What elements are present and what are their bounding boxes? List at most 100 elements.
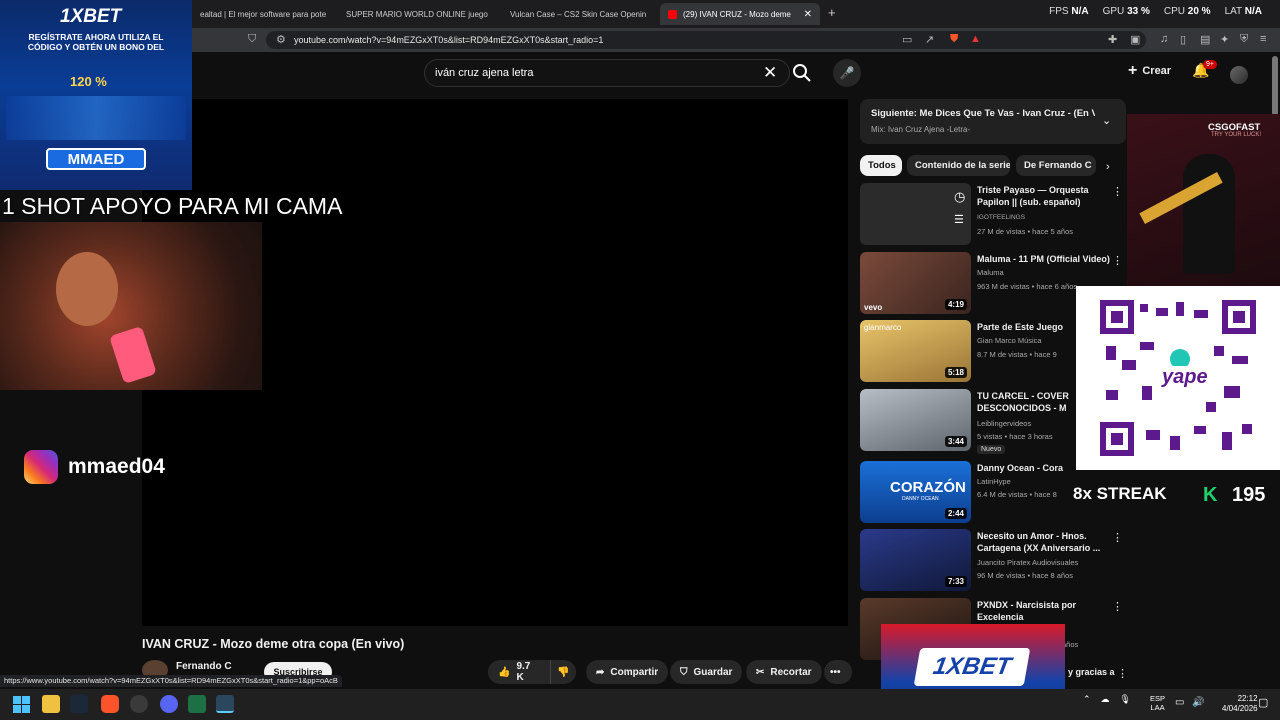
more-vert-icon[interactable]: ⋮ (1117, 667, 1128, 680)
performance-overlay: FPS N/A GPU 33 % CPU 20 % LAT N/A (1049, 6, 1262, 17)
kick-icon: K (1203, 484, 1218, 506)
search-input[interactable]: iván cruz ajena letra (424, 59, 790, 87)
scrollbar[interactable] (1272, 56, 1278, 116)
music-icon[interactable]: ♫ (1160, 33, 1168, 45)
mic-tray-icon[interactable]: 🎙 (1120, 694, 1131, 705)
more-vert-icon[interactable]: ⋮ (1112, 531, 1123, 544)
create-button[interactable]: + Crear (1128, 62, 1171, 80)
autoplay-next-panel[interactable] (860, 99, 1126, 144)
video-thumbnail[interactable]: vevo 4:19 (860, 252, 971, 314)
chevron-down-icon[interactable]: ⌄ (1102, 114, 1111, 127)
excel-icon[interactable] (188, 695, 206, 713)
video-thumbnail[interactable]: 3:44 (860, 389, 971, 451)
brave-browser-icon[interactable] (101, 695, 119, 713)
bookmark-icon[interactable]: ⛉ (248, 33, 256, 46)
file-explorer-icon[interactable] (42, 695, 60, 713)
sponsor-logo: 1XBET (913, 648, 1031, 686)
volume-icon[interactable]: 🔊 (1192, 697, 1204, 708)
video-thumbnail[interactable]: gianmarco 5:18 (860, 320, 971, 382)
dislike-button[interactable]: 👎 (550, 660, 576, 684)
recommendation-title: Necesito un Amor - Hnos. Cartagena (XX A… (977, 531, 1101, 553)
channel-name[interactable]: Fernando C (176, 661, 232, 672)
chevron-right-icon[interactable]: › (1106, 161, 1110, 173)
network-icon[interactable]: ▭ (1175, 697, 1184, 708)
duration-badge: 4:19 (944, 299, 967, 310)
more-vert-icon[interactable]: ⋮ (1112, 600, 1123, 613)
browser-tab-2[interactable]: SUPER MARIO WORLD ONLINE juego (332, 3, 490, 25)
duration-badge: 2:44 (944, 508, 967, 519)
chip-series[interactable]: Contenido de la serie (907, 155, 1010, 176)
notification-center-icon[interactable]: ▢ (1258, 696, 1268, 709)
close-tab-icon[interactable]: ✕ (804, 9, 812, 20)
site-info-icon[interactable]: ⚙ (276, 33, 286, 46)
thumbnail-subtext: DANNY OCEAN (902, 496, 939, 502)
obs-icon[interactable] (130, 695, 148, 713)
new-tab-button[interactable]: + (828, 5, 836, 20)
streak-label: 8x STREAK (1073, 484, 1167, 503)
sponsor-bonus: 120 % (70, 74, 107, 89)
youtube-icon (668, 9, 677, 19)
save-button[interactable]: ⛉ Guardar (670, 660, 743, 684)
watch-later-icon[interactable]: ◷ (954, 189, 965, 205)
address-bar[interactable]: youtube.com/watch?v=94mEZGxXT0s&list=RD9… (266, 31, 1146, 49)
notification-badge: 9+ (1203, 60, 1217, 69)
share-icon[interactable]: ↗ (925, 33, 934, 46)
more-actions-button[interactable]: ••• (824, 660, 852, 684)
video-thumbnail[interactable]: 7:33 (860, 529, 971, 591)
windows-start-icon[interactable] (13, 696, 30, 713)
video-title: IVAN CRUZ - Mozo deme otra copa (En vivo… (142, 637, 405, 651)
sidebar-icon[interactable]: ▯ (1180, 33, 1186, 46)
browser-tab-1[interactable]: ealtad | El mejor software para pote (192, 3, 328, 25)
ai-icon[interactable]: ✦ (1220, 33, 1229, 46)
tab-title: Vulcan Case – CS2 Skin Case Openin (510, 9, 647, 19)
screenshot-icon[interactable]: ▣ (1130, 33, 1140, 46)
share-button[interactable]: ➦ Compartir (586, 660, 669, 684)
voice-search-button[interactable]: 🎤 (833, 59, 861, 87)
brave-rewards-icon[interactable]: ▲ (970, 33, 981, 45)
cast-icon[interactable]: ▭ (902, 33, 912, 46)
next-video-subtitle: Mix: Ivan Cruz Ajena -Letra- (871, 125, 971, 134)
recommendation-channel: Gian Marco Música (977, 336, 1042, 345)
discord-icon[interactable] (160, 695, 178, 713)
tray-overflow-icon[interactable]: ⌃ (1083, 694, 1091, 705)
recommendation-channel: Leiblingervideos (977, 419, 1032, 428)
language-indicator[interactable]: ESP LAA (1150, 694, 1165, 712)
recommendation-channel: Juancito Piratex Audiovisuales (977, 558, 1079, 567)
share-arrow-icon: ➦ (596, 666, 605, 678)
browser-tab-3[interactable]: Vulcan Case – CS2 Skin Case Openin (496, 3, 654, 25)
system-clock[interactable]: 22:12 4/04/2026 (1222, 694, 1258, 714)
add-to-queue-icon[interactable]: ☰ (954, 213, 964, 226)
recommendation-channel: Maluma (977, 268, 1004, 277)
recommendation-title: Maluma - 11 PM (Official Video) (977, 254, 1110, 264)
browser-tab-active[interactable]: (29) IVAN CRUZ - Mozo deme ✕ (660, 3, 820, 25)
menu-icon[interactable]: ≡ (1260, 33, 1266, 45)
account-avatar[interactable] (1230, 66, 1248, 84)
streamer-face (56, 252, 118, 326)
steam-running-icon[interactable] (216, 695, 234, 713)
instagram-handle: mmaed04 (68, 455, 165, 478)
stream-caption: 1 SHOT APOYO PARA MI CAMA (2, 193, 343, 219)
video-thumbnail[interactable]: CORAZÓN DANNY OCEAN 2:44 (860, 461, 971, 523)
search-icon[interactable] (792, 63, 812, 83)
recommendation-item[interactable]: 7:33 Necesito un Amor - Hnos. Cartagena … (860, 529, 1125, 593)
instagram-icon (24, 450, 58, 484)
onedrive-icon[interactable]: ☁ (1101, 694, 1110, 705)
recommendation-item[interactable]: ◷ ☰ Triste Payaso — Orquesta Papilon || … (860, 183, 1125, 247)
chip-channel[interactable]: De Fernando C (1016, 155, 1096, 176)
character-figure (1183, 154, 1235, 274)
extensions-icon[interactable]: ✚ (1108, 33, 1117, 46)
more-vert-icon[interactable]: ⋮ (1112, 254, 1123, 267)
more-vert-icon[interactable]: ⋮ (1112, 185, 1123, 198)
pink-light (109, 325, 157, 385)
brave-shield-icon[interactable]: ⛊ (950, 33, 958, 46)
plus-icon: + (1128, 62, 1138, 79)
like-button[interactable]: 👍 9.7 K (488, 660, 550, 684)
recommendation-meta: 6.4 M de vistas • hace 8 (977, 490, 1057, 499)
clip-button[interactable]: ✂ Recortar (746, 660, 822, 684)
steam-icon[interactable] (70, 695, 88, 713)
wallet-icon[interactable]: ▤ (1200, 33, 1210, 46)
chip-all[interactable]: Todos (860, 155, 902, 176)
clear-search-icon[interactable]: ✕ (763, 63, 777, 83)
vpn-icon[interactable]: ⛨ (1240, 33, 1248, 46)
csgofast-sponsor (1127, 114, 1280, 286)
